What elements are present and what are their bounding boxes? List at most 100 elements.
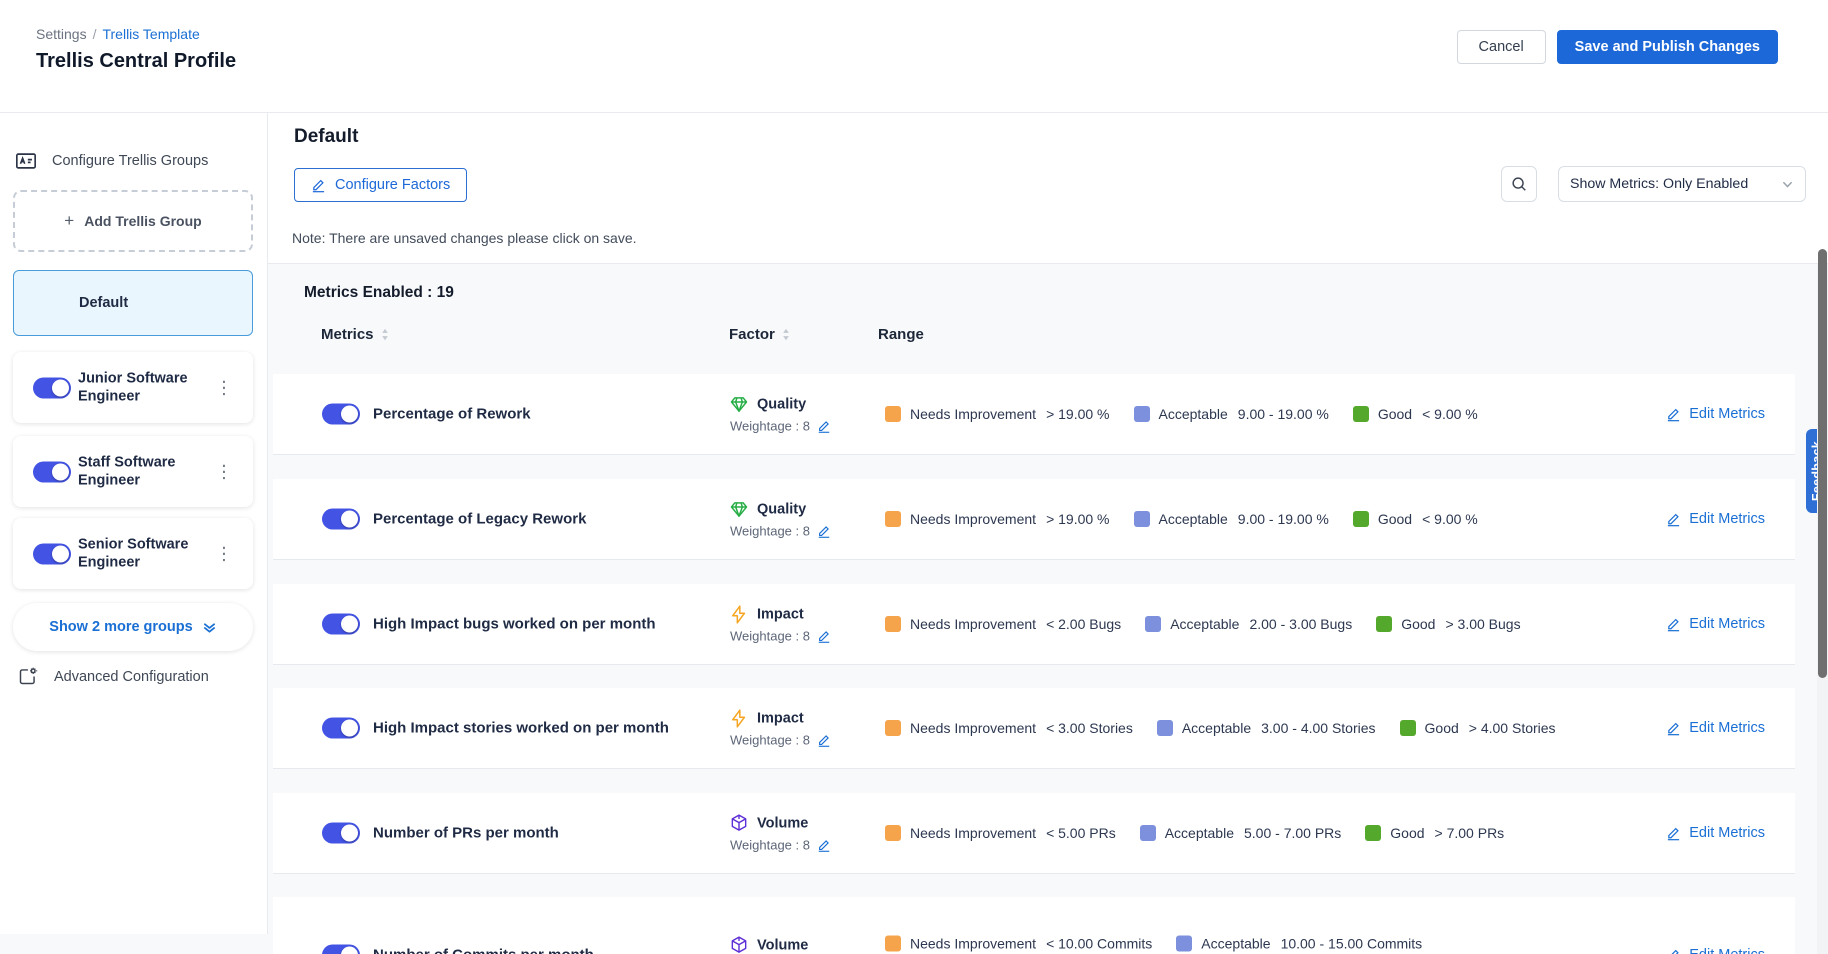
metrics-enabled-count: Metrics Enabled : 19 (304, 284, 454, 302)
range-acceptable: Acceptable2.00 - 3.00 Bugs (1145, 616, 1352, 632)
range-level: Needs Improvement (910, 720, 1036, 736)
edit-metrics-label: Edit Metrics (1689, 720, 1765, 736)
show-metrics-dropdown[interactable]: Show Metrics: Only Enabled (1558, 166, 1806, 202)
range-value: > 7.00 PRs (1435, 825, 1505, 841)
factor-name: Impact (757, 607, 804, 623)
configure-factors-label: Configure Factors (335, 177, 450, 193)
range-needs-improvement: Needs Improvement< 2.00 Bugs (885, 616, 1121, 632)
advanced-configuration-link[interactable]: Advanced Configuration (17, 666, 209, 687)
edit-metrics-button[interactable]: Edit Metrics (1666, 616, 1765, 632)
metric-enabled-toggle[interactable] (322, 823, 360, 844)
kebab-menu-icon[interactable]: ⋮ (209, 459, 239, 484)
range-level: Good (1378, 511, 1412, 527)
acceptable-chip (1140, 825, 1156, 841)
scrollbar-thumb[interactable] (1818, 249, 1827, 678)
metric-enabled-toggle[interactable] (322, 614, 360, 635)
range-acceptable: Acceptable 9.00 - 19.00 % (1134, 406, 1329, 422)
edit-metrics-label: Edit Metrics (1689, 825, 1765, 841)
id-card-icon (15, 150, 37, 172)
acceptable-chip (1134, 406, 1150, 422)
range-level: Acceptable (1159, 406, 1228, 422)
range-acceptable: Acceptable5.00 - 7.00 PRs (1140, 825, 1342, 841)
range-value: 3.00 - 4.00 Stories (1261, 720, 1375, 736)
group-enabled-toggle[interactable] (33, 377, 71, 398)
edit-weightage-icon[interactable] (817, 733, 831, 747)
edit-pencil-icon (1666, 512, 1681, 527)
cancel-button[interactable]: Cancel (1457, 30, 1546, 64)
edit-weightage-icon[interactable] (817, 629, 831, 643)
factor-cell: Impact Weightage : 8 (729, 605, 831, 644)
add-trellis-group-button[interactable]: + Add Trellis Group (13, 190, 253, 252)
breadcrumb-separator: / (93, 26, 97, 42)
show-metrics-dropdown-value: Show Metrics: Only Enabled (1570, 176, 1748, 192)
good-chip (1400, 720, 1416, 736)
chevron-down-icon (1781, 178, 1794, 191)
edit-metrics-button[interactable]: Edit Metrics (1666, 947, 1765, 954)
search-button[interactable] (1501, 166, 1537, 202)
range-needs-improvement: Needs Improvement> 19.00 % (885, 511, 1110, 527)
configure-factors-button[interactable]: Configure Factors (294, 168, 467, 202)
edit-metrics-button[interactable]: Edit Metrics (1666, 511, 1765, 527)
group-enabled-toggle[interactable] (33, 543, 71, 564)
metric-enabled-toggle[interactable] (322, 404, 360, 425)
range-good: Good> 3.00 Bugs (1376, 616, 1520, 632)
range-level: Needs Improvement (910, 936, 1036, 952)
edit-metrics-button[interactable]: Edit Metrics (1666, 406, 1765, 422)
sidebar: Configure Trellis Groups + Add Trellis G… (0, 112, 268, 934)
edit-weightage-icon[interactable] (817, 524, 831, 538)
range-needs-improvement: Needs Improvement< 3.00 Stories (885, 720, 1133, 736)
metric-enabled-toggle[interactable] (322, 509, 360, 530)
column-header-metrics: Metrics (321, 326, 390, 343)
sort-icon[interactable] (380, 328, 390, 341)
range-value: 9.00 - 19.00 % (1238, 406, 1329, 422)
edit-metrics-label: Edit Metrics (1689, 616, 1765, 632)
range-level: Acceptable (1170, 616, 1239, 632)
quality-icon (729, 395, 749, 415)
page-title: Trellis Central Profile (36, 50, 236, 73)
sidebar-group-default-selected[interactable]: Default (13, 270, 253, 336)
acceptable-chip (1176, 936, 1192, 952)
good-chip (1376, 616, 1392, 632)
edit-pencil-icon (1666, 617, 1681, 632)
needs-improvement-chip (885, 406, 901, 422)
column-header-range: Range (878, 326, 924, 343)
range-level: Acceptable (1165, 825, 1234, 841)
sidebar-group-junior-software-engineer[interactable]: Junior Software Engineer ⋮ (13, 352, 253, 423)
default-group-label: Default (79, 295, 128, 311)
breadcrumb-settings: Settings (36, 26, 87, 42)
quality-icon (729, 500, 749, 520)
header-actions: Cancel Save and Publish Changes (1457, 30, 1778, 64)
range-value: > 3.00 Bugs (1445, 616, 1520, 632)
factor-name: Volume (757, 938, 808, 954)
acceptable-chip (1145, 616, 1161, 632)
acceptable-chip (1134, 511, 1150, 527)
metric-name: High Impact bugs worked on per month (373, 616, 713, 633)
metric-name: Percentage of Rework (373, 406, 713, 423)
sidebar-group-senior-software-engineer[interactable]: Senior Software Engineer ⋮ (13, 518, 253, 589)
save-and-publish-button[interactable]: Save and Publish Changes (1557, 30, 1778, 64)
sort-icon[interactable] (781, 328, 791, 341)
sidebar-group-staff-software-engineer[interactable]: Staff Software Engineer ⋮ (13, 436, 253, 507)
kebab-menu-icon[interactable]: ⋮ (209, 375, 239, 400)
edit-metrics-button[interactable]: Edit Metrics (1666, 825, 1765, 841)
double-chevron-down-icon (202, 620, 217, 635)
range-value: > 4.00 Stories (1469, 720, 1556, 736)
needs-improvement-chip (885, 616, 901, 632)
metric-enabled-toggle[interactable] (322, 945, 360, 954)
weightage-label: Weightage : 8 (730, 838, 810, 853)
edit-metrics-button[interactable]: Edit Metrics (1666, 720, 1765, 736)
range-acceptable: Acceptable3.00 - 4.00 Stories (1157, 720, 1376, 736)
range-level: Good (1378, 406, 1412, 422)
kebab-menu-icon[interactable]: ⋮ (209, 541, 239, 566)
range-acceptable: Acceptable10.00 - 15.00 Commits (1176, 936, 1422, 952)
metric-enabled-toggle[interactable] (322, 718, 360, 739)
table-row: Number of PRs per month Volume Weightage… (273, 781, 1795, 885)
edit-metrics-label: Edit Metrics (1689, 511, 1765, 527)
factor-cell: Volume Weightage : 8 (729, 814, 831, 853)
group-enabled-toggle[interactable] (33, 461, 71, 482)
edit-weightage-icon[interactable] (817, 838, 831, 852)
edit-weightage-icon[interactable] (817, 419, 831, 433)
show-more-groups-button[interactable]: Show 2 more groups (13, 603, 253, 651)
breadcrumb-trellis-template-link[interactable]: Trellis Template (102, 26, 199, 42)
metric-name: High Impact stories worked on per month (373, 720, 713, 737)
